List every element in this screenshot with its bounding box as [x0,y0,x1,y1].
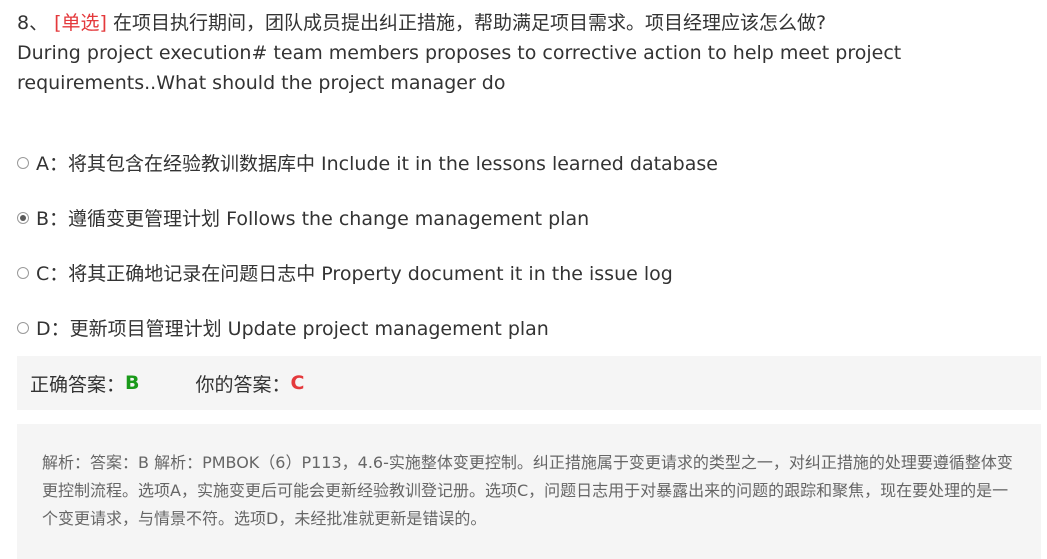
correct-answer-label: 正确答案： [30,373,126,396]
option-a[interactable]: A：将其包含在经验教训数据库中 Include it in the lesson… [17,135,1032,190]
question-type-tag: [单选] [54,12,107,34]
question-number: 8、 [17,12,49,34]
question-block: 8、 [单选] 在项目执行期间，团队成员提出纠正措施，帮助满足项目需求。项目经理… [17,8,1032,98]
correct-answer: 正确答案： B [30,370,140,397]
options-list: A：将其包含在经验教训数据库中 Include it in the lesson… [17,135,1032,355]
question-title-line: 8、 [单选] 在项目执行期间，团队成员提出纠正措施，帮助满足项目需求。项目经理… [17,8,1032,38]
option-b-label: B：遵循变更管理计划 Follows the change management… [36,208,590,230]
explanation-text: 解析：答案：B 解析：PMBOK（6）P113，4.6-实施整体变更控制。纠正措… [42,453,1013,528]
correct-answer-value: B [125,372,140,394]
option-a-label: A：将其包含在经验教训数据库中 Include it in the lesson… [36,153,718,175]
radio-a[interactable] [17,156,29,169]
option-c-label: C：将其正确地记录在问题日志中 Property document it in … [36,263,673,285]
radio-c[interactable] [17,266,29,279]
option-b[interactable]: B：遵循变更管理计划 Follows the change management… [17,190,1032,245]
question-text-en: During project execution# team members p… [17,42,902,94]
option-d-label: D：更新项目管理计划 Update project management pla… [36,318,549,340]
option-d[interactable]: D：更新项目管理计划 Update project management pla… [17,300,1032,355]
your-answer-label: 你的答案： [195,373,291,396]
radio-b[interactable] [17,211,29,224]
radio-d[interactable] [17,321,29,334]
answer-summary: 正确答案： B 你的答案： C [17,356,1041,410]
option-c[interactable]: C：将其正确地记录在问题日志中 Property document it in … [17,245,1032,300]
your-answer-value: C [290,372,305,394]
your-answer: 你的答案： C [196,370,305,397]
question-text-cn: 在项目执行期间，团队成员提出纠正措施，帮助满足项目需求。项目经理应该怎么做? [113,12,827,34]
explanation-panel: 解析：答案：B 解析：PMBOK（6）P113，4.6-实施整体变更控制。纠正措… [17,424,1041,559]
